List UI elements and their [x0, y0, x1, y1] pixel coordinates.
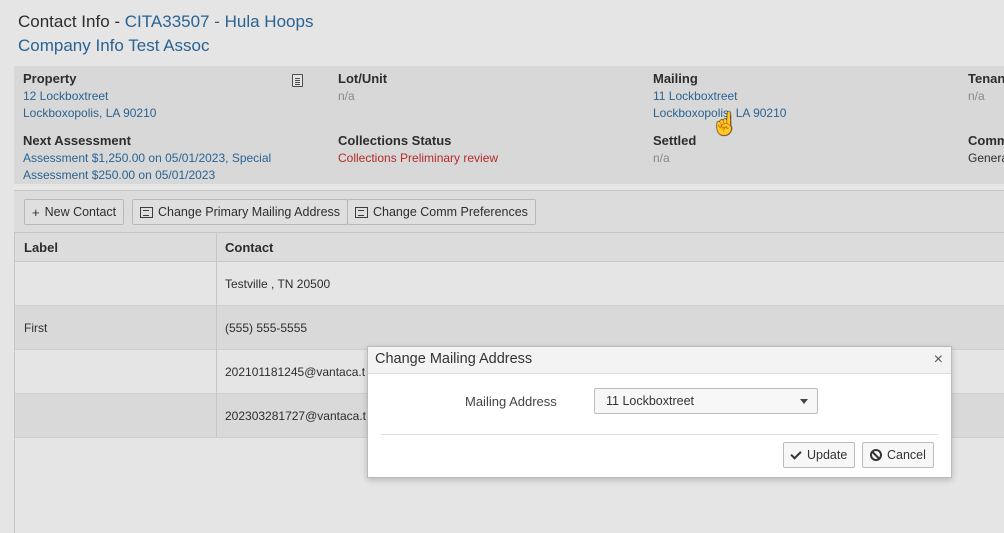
update-button[interactable]: Update [783, 442, 856, 468]
ban-icon [870, 449, 882, 461]
mailing-address-label: Mailing Address [465, 394, 557, 409]
chevron-down-icon [800, 399, 808, 404]
hand-cursor-icon: ☝ [711, 111, 739, 136]
dialog-title: Change Mailing Address [375, 351, 533, 367]
dialog-header: Change Mailing Address × [368, 347, 951, 374]
update-label: Update [807, 448, 848, 462]
mailing-address-select[interactable]: 11 Lockboxtreet [594, 388, 818, 414]
close-icon[interactable]: × [934, 351, 943, 369]
change-mailing-dialog: Change Mailing Address × Mailing Address… [367, 346, 952, 478]
dialog-divider [381, 434, 938, 435]
cancel-button[interactable]: Cancel [862, 442, 934, 468]
selected-address: 11 Lockboxtreet [606, 394, 695, 408]
check-icon [790, 447, 802, 460]
cancel-label: Cancel [887, 448, 926, 462]
